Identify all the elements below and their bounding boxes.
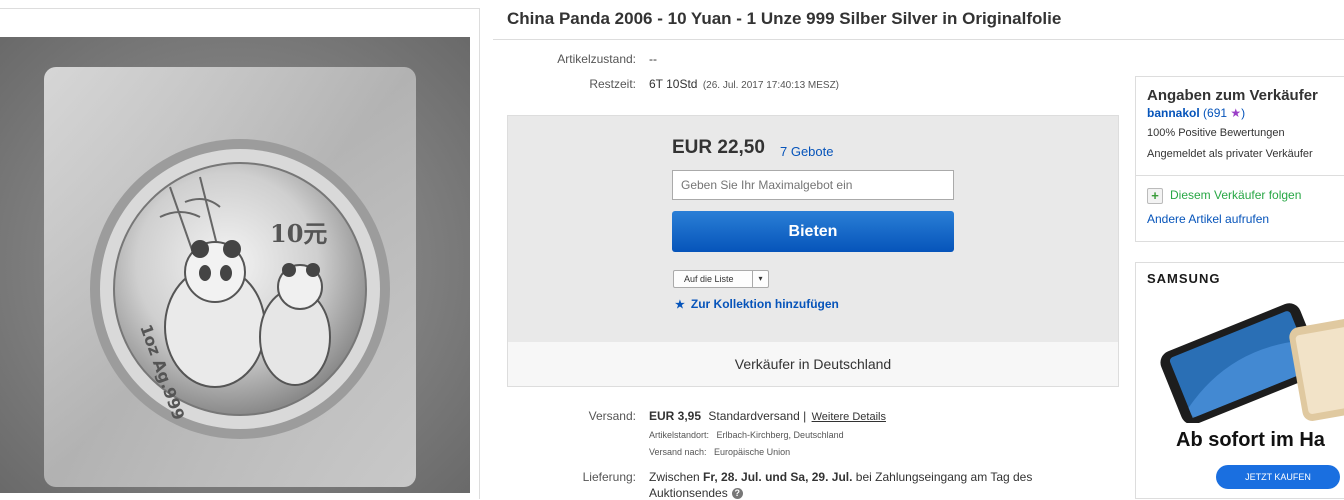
delivery-prefix: Zwischen xyxy=(649,470,704,484)
delivery-value: Zwischen Fr, 28. Jul. und Sa, 29. Jul. b… xyxy=(649,470,1032,484)
feedback-close: ) xyxy=(1241,106,1246,120)
add-to-collection-label: Zur Kollektion hinzufügen xyxy=(690,297,839,311)
time-left-duration: 6T 10Std xyxy=(649,77,698,91)
phone-image xyxy=(1160,303,1344,423)
seller-name-row: bannakol (691 ★) xyxy=(1147,106,1245,120)
help-icon[interactable]: ? xyxy=(731,488,743,500)
seller-name-link[interactable]: bannakol xyxy=(1147,106,1200,120)
positive-feedback: 100% Positive Bewertungen xyxy=(1147,127,1285,139)
delivery-date-to: Sa, 29. Jul. xyxy=(790,470,853,484)
item-image-panel[interactable]: 10元 1oz Ag.999 xyxy=(0,8,480,499)
add-to-collection-link[interactable]: ★ Zur Kollektion hinzufügen xyxy=(675,297,839,311)
feedback-score[interactable]: (691 xyxy=(1200,106,1231,120)
coin-photo[interactable]: 10元 1oz Ag.999 xyxy=(0,37,470,493)
delivery-line2: Auktionsendes? xyxy=(649,486,743,500)
star-icon: ★ xyxy=(1230,106,1242,120)
ad-cta-button[interactable]: JETZT KAUFEN xyxy=(1216,465,1340,489)
current-price: EUR 22,50 xyxy=(672,137,765,158)
time-left-value: 6T 10Std (26. Jul. 2017 17:40:13 MESZ) xyxy=(649,77,839,91)
auction-end-time: (26. Jul. 2017 17:40:13 MESZ) xyxy=(702,80,840,91)
seller-country: Verkäufer in Deutschland xyxy=(734,356,892,372)
shipping-cost: EUR 3,95 xyxy=(649,409,702,423)
plus-icon: + xyxy=(1147,188,1163,204)
bids-count-link[interactable]: 7 Gebote xyxy=(780,144,834,159)
delivery-suffix: bei Zahlungseingang am Tag des xyxy=(852,470,1033,484)
star-icon: ★ xyxy=(675,299,685,311)
max-bid-input[interactable] xyxy=(672,170,954,200)
other-items-link[interactable]: Andere Artikel aufrufen xyxy=(1147,212,1269,226)
seller-divider xyxy=(1136,175,1344,176)
ships-to: Versand nach: Europäische Union xyxy=(649,447,791,457)
listing-title: China Panda 2006 - 10 Yuan - 1 Unze 999 … xyxy=(507,9,1062,28)
condition-label: Artikelzustand: xyxy=(557,52,636,66)
advertisement[interactable] xyxy=(1135,262,1344,499)
title-divider xyxy=(493,39,1344,40)
time-left-label: Restzeit: xyxy=(589,77,636,91)
shipping-details-link[interactable]: Weitere Details xyxy=(812,411,886,423)
follow-seller-link[interactable]: + Diesem Verkäufer folgen xyxy=(1147,188,1301,204)
delivery-line2-text: Auktionsendes xyxy=(649,486,728,500)
ad-brand: SAMSUNG xyxy=(1147,271,1221,286)
item-location: Artikelstandort: Erlbach-Kirchberg, Deut… xyxy=(649,430,844,440)
delivery-label: Lieferung: xyxy=(582,470,636,484)
delivery-and: und xyxy=(761,470,791,484)
seller-info-title: Angaben zum Verkäufer xyxy=(1147,87,1318,104)
watchlist-button[interactable]: Auf die Liste ▾ xyxy=(673,270,769,288)
bid-button[interactable]: Bieten xyxy=(672,211,954,252)
ad-headline: Ab sofort im Ha xyxy=(1176,429,1325,451)
shipping-label: Versand: xyxy=(588,409,636,423)
watchlist-label: Auf die Liste xyxy=(684,274,734,284)
follow-seller-label: Diesem Verkäufer folgen xyxy=(1170,188,1302,203)
condition-value: -- xyxy=(649,52,657,66)
delivery-date-from: Fr, 28. Jul. xyxy=(703,470,762,484)
chevron-down-icon[interactable]: ▾ xyxy=(752,271,768,287)
shipping-value: EUR 3,95 Standardversand | Weitere Detai… xyxy=(649,409,886,423)
coin-denomination: 10元 xyxy=(270,219,327,248)
private-seller-note: Angemeldet als privater Verkäufer xyxy=(1147,148,1313,160)
shipping-method: Standardversand | xyxy=(708,409,807,423)
